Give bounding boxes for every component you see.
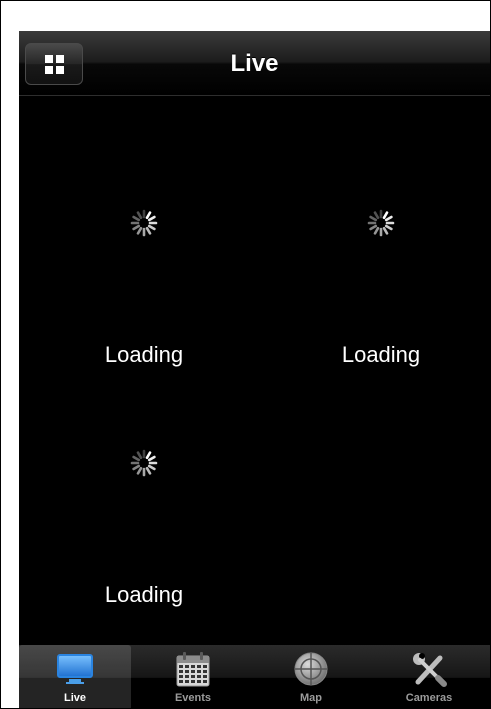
camera-tile[interactable]: Loading xyxy=(44,209,244,409)
tile-status: Loading xyxy=(104,342,184,367)
spinner-icon xyxy=(130,209,158,237)
spinner-icon xyxy=(130,449,158,477)
tile-status: Loading xyxy=(104,582,184,607)
screenshot-frame: Live Loading Loading Loading Live Events… xyxy=(0,0,491,709)
tab-label: Cameras xyxy=(405,692,453,704)
tab-events[interactable]: Events xyxy=(137,645,249,708)
tab-label: Live xyxy=(63,692,86,704)
tools-icon xyxy=(413,653,447,687)
tab-live[interactable]: Live xyxy=(19,645,131,708)
app-screen: Live Loading Loading Loading Live Events… xyxy=(19,31,490,708)
tab-bar: Live Events Map Cameras xyxy=(19,645,490,708)
globe-icon xyxy=(294,652,328,686)
spinner-icon xyxy=(367,209,395,237)
page-title: Live xyxy=(230,50,279,77)
calendar-icon xyxy=(176,652,210,687)
tab-label: Events xyxy=(174,692,212,704)
camera-tile[interactable]: Loading xyxy=(44,449,244,649)
tile-status: Loading xyxy=(341,342,421,367)
tab-cameras[interactable]: Cameras xyxy=(373,645,485,708)
tab-label: Map xyxy=(300,692,322,704)
navigation-bar: Live xyxy=(19,31,490,96)
tab-map[interactable]: Map xyxy=(255,645,367,708)
monitor-icon xyxy=(57,654,93,684)
camera-tile[interactable]: Loading xyxy=(281,209,481,409)
